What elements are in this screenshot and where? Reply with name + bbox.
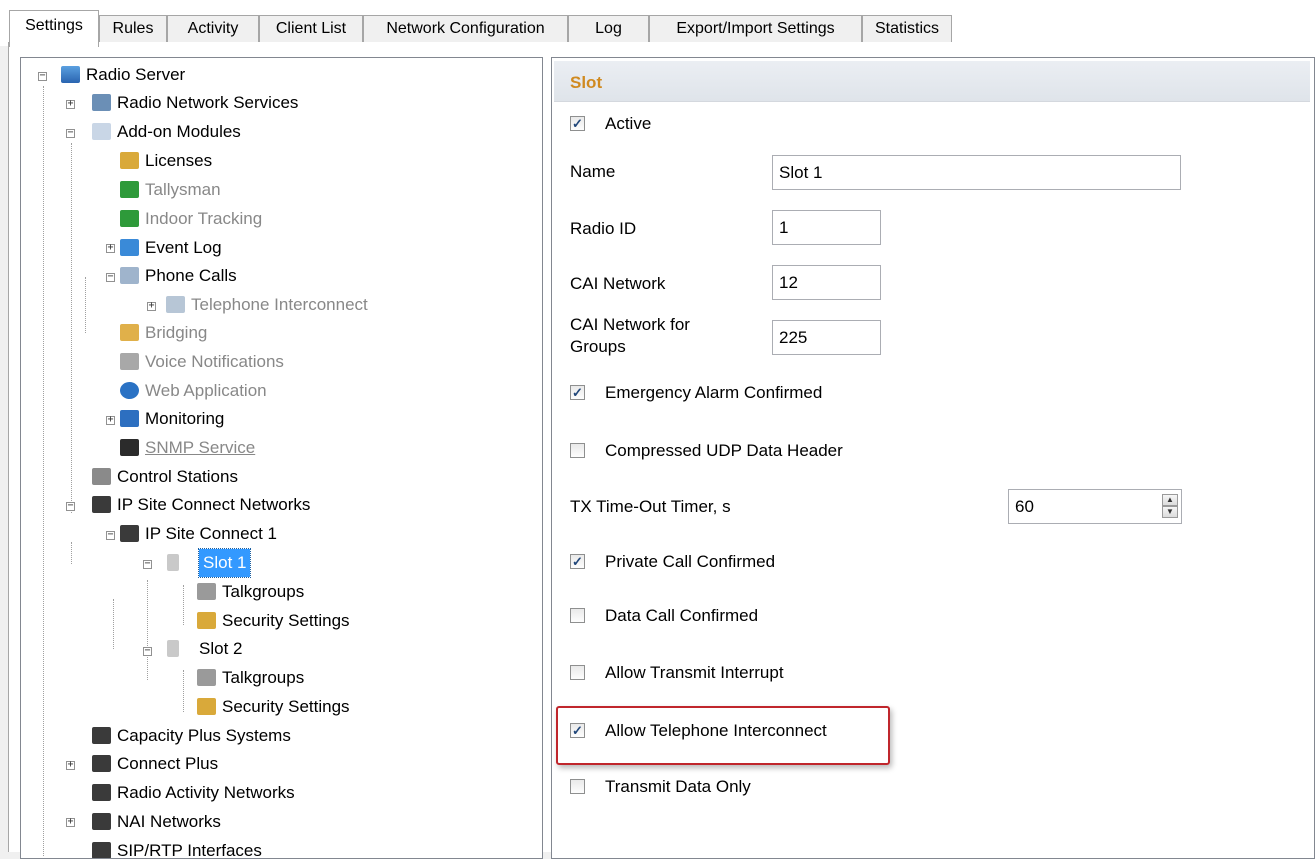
snmp-icon <box>120 439 139 456</box>
phone-icon <box>166 296 185 313</box>
cai-network-label: CAI Network <box>570 274 666 293</box>
radio-id-field[interactable]: 1 <box>772 210 881 245</box>
expand-toggle[interactable]: + <box>106 243 115 253</box>
collapse-toggle[interactable]: − <box>106 272 115 282</box>
tree-line <box>43 86 44 856</box>
expand-toggle[interactable]: + <box>66 760 75 770</box>
cai-groups-label-line2: Groups <box>570 337 626 356</box>
tree-line <box>71 542 72 564</box>
globe-icon <box>120 382 139 399</box>
collapse-toggle[interactable]: − <box>143 559 152 569</box>
tree-line <box>85 277 86 333</box>
antenna-icon <box>167 640 179 657</box>
cai-groups-label-line1: CAI Network for <box>570 315 690 334</box>
tx-timeout-value: 60 <box>1015 497 1034 516</box>
expand-toggle[interactable]: + <box>66 99 75 109</box>
tree-line <box>183 670 184 712</box>
tab-export-import-settings[interactable]: Export/Import Settings <box>649 15 862 42</box>
collapse-toggle[interactable]: − <box>143 646 152 656</box>
module-icon <box>120 210 139 227</box>
speaker-icon <box>120 353 139 370</box>
server-icon <box>61 66 80 83</box>
tx-timeout-stepper[interactable]: 60 ▲ ▼ <box>1008 489 1182 524</box>
spin-up-icon[interactable]: ▲ <box>1162 494 1178 506</box>
repeater-icon <box>92 842 111 858</box>
name-field[interactable]: Slot 1 <box>772 155 1181 190</box>
cai-groups-field[interactable]: 225 <box>772 320 881 355</box>
cai-network-field[interactable]: 12 <box>772 265 881 300</box>
monitoring-icon <box>120 410 139 427</box>
data-call-checkbox[interactable] <box>570 608 585 623</box>
tab-settings[interactable]: Settings <box>9 10 99 47</box>
repeater-icon <box>92 784 111 801</box>
tree-line <box>183 585 184 625</box>
spinner: ▲ ▼ <box>1162 494 1178 519</box>
tree-line <box>71 143 72 513</box>
tab-rules[interactable]: Rules <box>99 15 167 42</box>
allow-telephone-interconnect-checkbox[interactable]: ✓ <box>570 723 585 738</box>
modules-icon <box>92 123 111 140</box>
transmit-data-only-checkbox[interactable] <box>570 779 585 794</box>
emergency-alarm-checkbox[interactable]: ✓ <box>570 385 585 400</box>
tab-statistics[interactable]: Statistics <box>862 15 952 42</box>
repeater-icon <box>92 496 111 513</box>
expand-toggle[interactable]: + <box>106 415 115 425</box>
control-station-icon <box>92 468 111 485</box>
repeater-icon <box>92 755 111 772</box>
phone-icon <box>120 267 139 284</box>
compressed-udp-checkbox[interactable] <box>570 443 585 458</box>
tab-network-configuration[interactable]: Network Configuration <box>363 15 568 42</box>
event-log-icon <box>120 239 139 256</box>
settings-tree[interactable]: − Radio Server + Radio Network Services … <box>20 57 543 859</box>
tab-client-list[interactable]: Client List <box>259 15 363 42</box>
talkgroup-icon <box>197 669 216 686</box>
key-icon <box>120 152 139 169</box>
repeater-icon <box>120 525 139 542</box>
expand-toggle[interactable]: + <box>147 301 156 311</box>
network-services-icon <box>92 94 111 111</box>
private-call-checkbox[interactable]: ✓ <box>570 554 585 569</box>
tree-line <box>113 599 114 649</box>
active-checkbox[interactable]: ✓ <box>570 116 585 131</box>
tab-activity[interactable]: Activity <box>167 15 259 42</box>
spin-down-icon[interactable]: ▼ <box>1162 506 1178 518</box>
antenna-icon <box>167 554 179 571</box>
collapse-toggle[interactable]: − <box>66 501 75 511</box>
bridging-icon <box>120 324 139 341</box>
repeater-icon <box>92 813 111 830</box>
collapse-toggle[interactable]: − <box>38 71 47 81</box>
allow-transmit-interrupt-checkbox[interactable] <box>570 665 585 680</box>
key-icon <box>197 698 216 715</box>
name-label: Name <box>570 162 616 181</box>
tree-line <box>147 580 148 680</box>
collapse-toggle[interactable]: − <box>66 128 75 138</box>
tx-timeout-label: TX Time-Out Timer, s <box>570 497 731 516</box>
section-title: Slot <box>570 73 603 92</box>
radio-id-label: Radio ID <box>570 219 637 238</box>
tab-log[interactable]: Log <box>568 15 649 42</box>
expand-toggle[interactable]: + <box>66 817 75 827</box>
tab-strip: Settings Rules Activity Client List Netw… <box>0 0 1315 47</box>
repeater-icon <box>92 727 111 744</box>
section-header <box>554 61 1310 102</box>
key-icon <box>197 612 216 629</box>
talkgroup-icon <box>197 583 216 600</box>
module-icon <box>120 181 139 198</box>
collapse-toggle[interactable]: − <box>106 530 115 540</box>
